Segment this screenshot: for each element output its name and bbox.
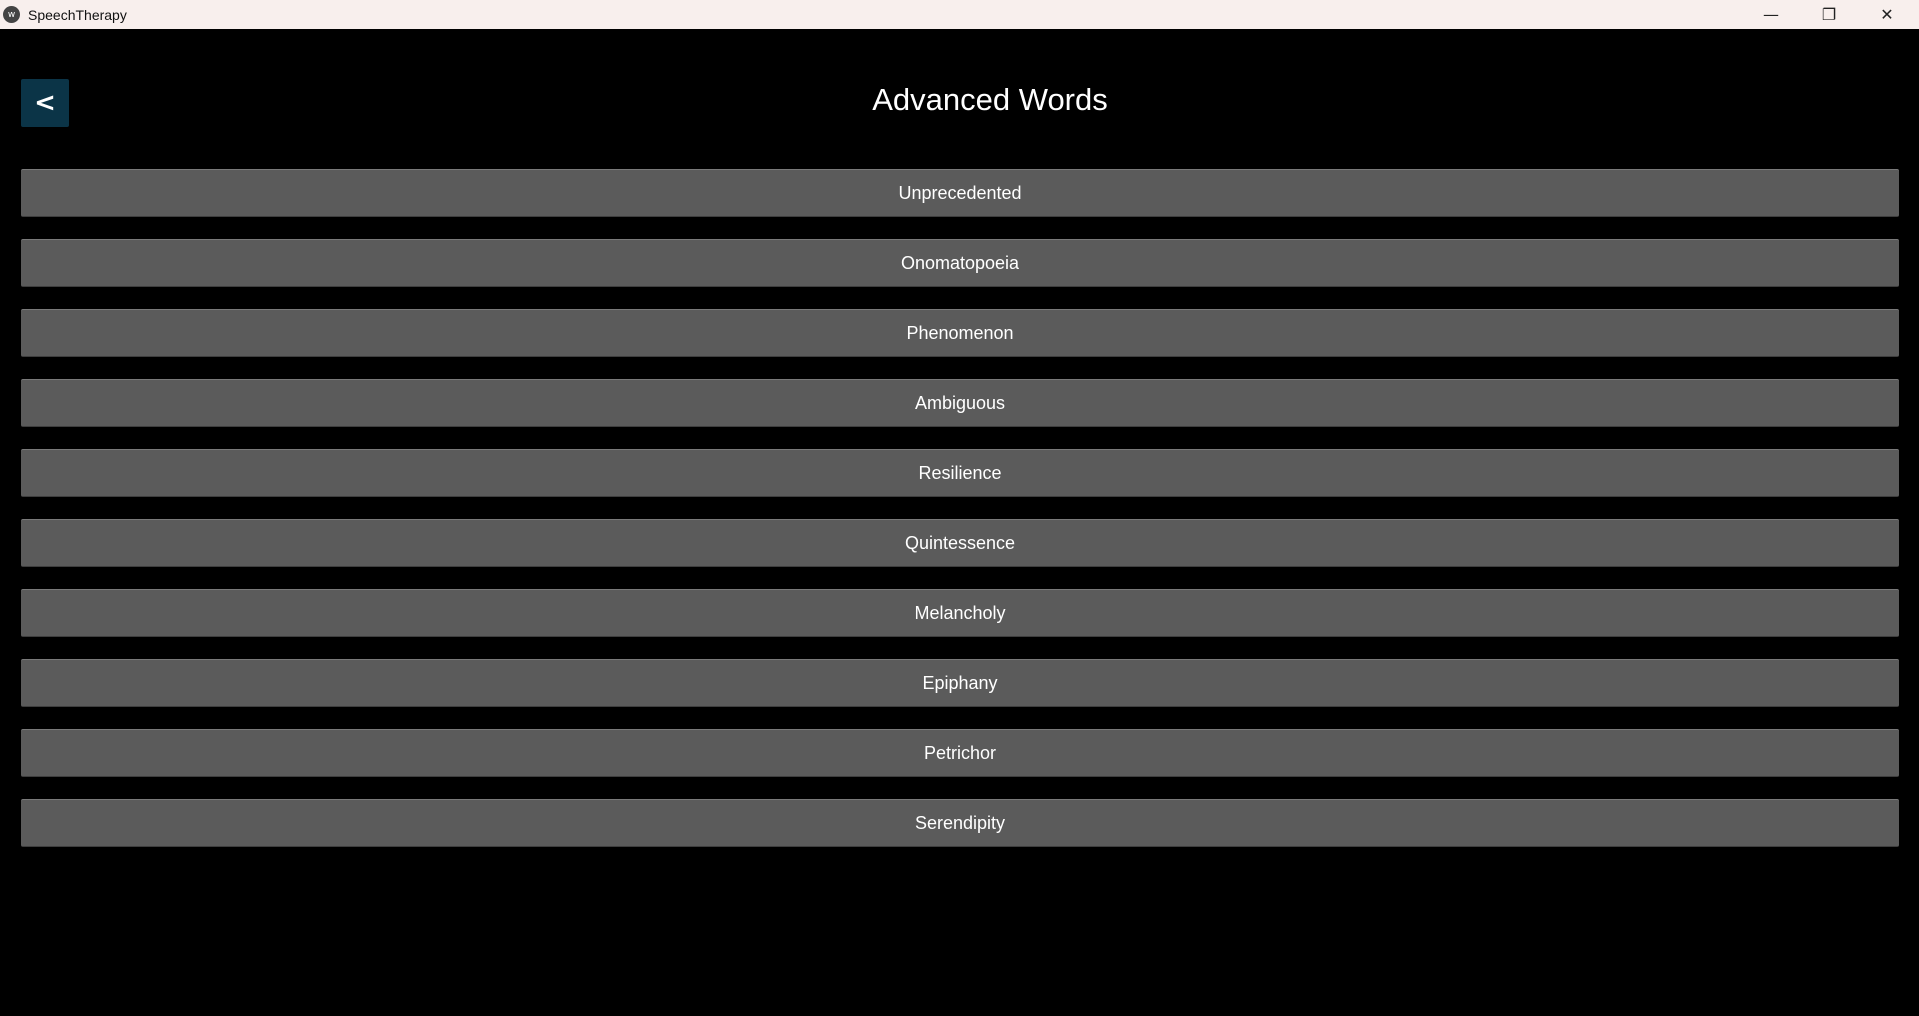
app-icon: w <box>3 6 20 23</box>
word-button-ambiguous[interactable]: Ambiguous <box>21 379 1899 427</box>
word-button-unprecedented[interactable]: Unprecedented <box>21 169 1899 217</box>
word-button-epiphany[interactable]: Epiphany <box>21 659 1899 707</box>
word-button-onomatopoeia[interactable]: Onomatopoeia <box>21 239 1899 287</box>
word-button-serendipity[interactable]: Serendipity <box>21 799 1899 847</box>
word-button-resilience[interactable]: Resilience <box>21 449 1899 497</box>
word-button-petrichor[interactable]: Petrichor <box>21 729 1899 777</box>
window-title: SpeechTherapy <box>28 6 127 23</box>
restore-icon: ❐ <box>1821 5 1837 24</box>
minimize-button[interactable]: — <box>1748 0 1794 29</box>
title-bar: w SpeechTherapy — ❐ ✕ <box>0 0 1919 29</box>
word-list: Unprecedented Onomatopoeia Phenomenon Am… <box>21 169 1899 869</box>
word-button-phenomenon[interactable]: Phenomenon <box>21 309 1899 357</box>
close-button[interactable]: ✕ <box>1864 0 1910 29</box>
restore-button[interactable]: ❐ <box>1806 0 1852 29</box>
minimize-icon: — <box>1763 5 1779 24</box>
close-icon: ✕ <box>1880 5 1894 24</box>
word-button-quintessence[interactable]: Quintessence <box>21 519 1899 567</box>
page-title: Advanced Words <box>872 82 1108 117</box>
word-button-melancholy[interactable]: Melancholy <box>21 589 1899 637</box>
